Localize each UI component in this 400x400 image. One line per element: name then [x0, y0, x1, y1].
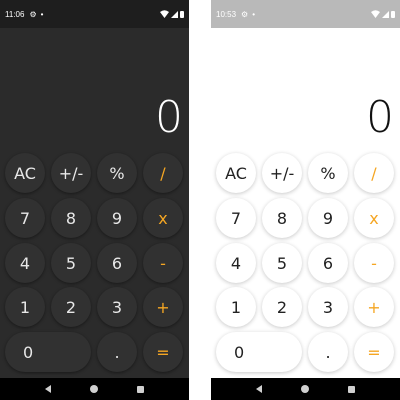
- all-clear-button[interactable]: AC: [5, 153, 45, 193]
- result-display: 0: [155, 92, 183, 143]
- digit-5-button[interactable]: 5: [262, 243, 302, 283]
- divide-button[interactable]: /: [354, 153, 394, 193]
- light-calculator-screen: 10:53 ⚙ • 0 AC +/- % / 7 8 9 x 4 5 6 - 1…: [211, 0, 400, 400]
- wifi-icon: [160, 10, 169, 18]
- result-display: 0: [366, 92, 394, 143]
- back-icon[interactable]: [256, 385, 263, 393]
- gear-icon: ⚙: [29, 9, 37, 19]
- home-icon[interactable]: [300, 385, 309, 393]
- sign-toggle-button[interactable]: +/-: [262, 153, 302, 193]
- multiply-button[interactable]: x: [143, 198, 183, 238]
- divide-button[interactable]: /: [143, 153, 183, 193]
- recents-icon[interactable]: [347, 385, 355, 393]
- percent-button[interactable]: %: [308, 153, 348, 193]
- dark-calculator-screen: 11:06 ⚙ • 0 AC +/- % / 7 8 9 x 4 5 6 - 1…: [0, 0, 189, 400]
- digit-1-button[interactable]: 1: [5, 287, 45, 327]
- digit-7-button[interactable]: 7: [5, 198, 45, 238]
- plus-button[interactable]: +: [354, 287, 394, 327]
- home-icon[interactable]: [89, 385, 98, 393]
- recents-icon[interactable]: [136, 385, 144, 393]
- digit-6-button[interactable]: 6: [308, 243, 348, 283]
- status-time: 10:53: [216, 9, 237, 19]
- minus-button[interactable]: -: [354, 243, 394, 283]
- notification-dot-icon: •: [40, 9, 44, 19]
- multiply-button[interactable]: x: [354, 198, 394, 238]
- minus-button[interactable]: -: [143, 243, 183, 283]
- digit-7-button[interactable]: 7: [216, 198, 256, 238]
- status-icons: [371, 10, 395, 18]
- digit-5-button[interactable]: 5: [51, 243, 91, 283]
- back-icon[interactable]: [45, 385, 52, 393]
- digit-6-button[interactable]: 6: [97, 243, 137, 283]
- decimal-button[interactable]: .: [308, 332, 348, 372]
- sign-toggle-button[interactable]: +/-: [51, 153, 91, 193]
- notification-dot-icon: •: [252, 9, 256, 19]
- digit-4-button[interactable]: 4: [216, 243, 256, 283]
- decimal-button[interactable]: .: [97, 332, 137, 372]
- navigation-bar: [0, 378, 189, 400]
- status-bar: 10:53 ⚙ •: [211, 0, 400, 28]
- equals-button[interactable]: =: [143, 332, 183, 372]
- digit-3-button[interactable]: 3: [97, 287, 137, 327]
- battery-icon: [180, 10, 184, 18]
- digit-2-button[interactable]: 2: [51, 287, 91, 327]
- digit-0-button[interactable]: 0: [216, 332, 302, 372]
- status-icons: [160, 10, 184, 18]
- digit-9-button[interactable]: 9: [97, 198, 137, 238]
- navigation-bar: [211, 378, 400, 400]
- wifi-icon: [371, 10, 380, 18]
- all-clear-button[interactable]: AC: [216, 153, 256, 193]
- digit-9-button[interactable]: 9: [308, 198, 348, 238]
- gear-icon: ⚙: [241, 9, 249, 19]
- digit-3-button[interactable]: 3: [308, 287, 348, 327]
- status-bar: 11:06 ⚙ •: [0, 0, 189, 28]
- digit-8-button[interactable]: 8: [51, 198, 91, 238]
- percent-button[interactable]: %: [97, 153, 137, 193]
- signal-icon: [171, 10, 178, 18]
- equals-button[interactable]: =: [354, 332, 394, 372]
- digit-8-button[interactable]: 8: [262, 198, 302, 238]
- digit-2-button[interactable]: 2: [262, 287, 302, 327]
- digit-0-button[interactable]: 0: [5, 332, 91, 372]
- digit-4-button[interactable]: 4: [5, 243, 45, 283]
- plus-button[interactable]: +: [143, 287, 183, 327]
- digit-1-button[interactable]: 1: [216, 287, 256, 327]
- status-time: 11:06: [5, 9, 25, 19]
- battery-icon: [391, 10, 395, 18]
- signal-icon: [382, 10, 389, 18]
